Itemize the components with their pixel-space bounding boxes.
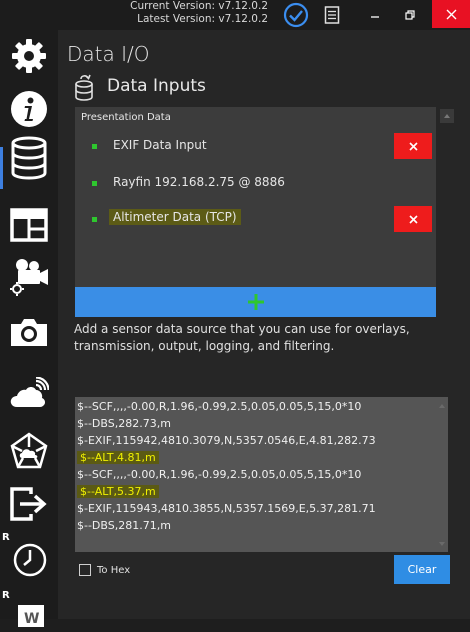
console-line: $-EXIF,115943,4810.3855,N,5357.1569,E,5.… xyxy=(77,502,376,515)
close-icon xyxy=(408,214,418,224)
sidebar-item-export[interactable] xyxy=(8,483,50,525)
console-line: $--SCF,,,,-0.00,R,1.96,-0.99,2.5,0.05,0.… xyxy=(77,468,362,481)
scroll-up-icon[interactable] xyxy=(435,399,449,413)
sidebar-item-report[interactable]: W xyxy=(8,590,50,632)
title-bar: Current Version: v7.12.0.2 Latest Versio… xyxy=(0,0,470,30)
list-item[interactable]: Rayfin 192.168.2.75 @ 8886 xyxy=(75,170,436,196)
sidebar-item-settings[interactable] xyxy=(8,35,50,77)
sidebar: R W R xyxy=(0,30,58,627)
status-dot xyxy=(92,217,97,222)
console-line: $-EXIF,115942,4810.3079,N,5357.0546,E,4.… xyxy=(77,434,376,447)
page-title: Data I/O xyxy=(67,42,150,66)
r-badge: R xyxy=(2,532,10,543)
database-arrow-icon xyxy=(75,74,93,101)
status-dot xyxy=(92,181,97,186)
sidebar-item-camera[interactable] xyxy=(8,311,50,353)
to-hex-label: To Hex xyxy=(97,564,131,576)
clock-icon xyxy=(13,543,47,577)
remove-button[interactable] xyxy=(394,133,432,159)
status-dot xyxy=(92,144,97,149)
main-content: Data I/O Data Inputs Presentation Data E… xyxy=(58,30,470,619)
camera-icon xyxy=(11,319,47,346)
scroll-up-icon[interactable] xyxy=(440,109,454,123)
presentation-data-panel: Presentation Data EXIF Data Input Rayfin… xyxy=(75,107,436,287)
sidebar-item-data-io[interactable] xyxy=(0,136,58,189)
database-icon xyxy=(11,136,47,180)
latest-version: Latest Version: v7.12.0.2 xyxy=(137,13,268,25)
video-camera-settings-icon xyxy=(10,259,48,296)
remove-button[interactable] xyxy=(394,206,432,232)
section-title: Data Inputs xyxy=(107,76,206,96)
panel-label: Presentation Data xyxy=(81,112,171,123)
network-cloud-icon xyxy=(10,432,48,469)
list-item[interactable]: Altimeter Data (TCP) xyxy=(75,206,436,232)
console-line: $--DBS,281.71,m xyxy=(77,519,171,532)
layout-icon xyxy=(10,208,48,242)
update-check-icon[interactable] xyxy=(282,2,310,28)
active-indicator xyxy=(0,147,3,189)
scrollbar[interactable] xyxy=(440,108,454,286)
minimize-icon[interactable] xyxy=(360,2,390,28)
list-item[interactable]: EXIF Data Input xyxy=(75,133,436,159)
export-icon xyxy=(10,487,47,521)
restore-icon[interactable] xyxy=(395,2,425,28)
sidebar-item-info[interactable] xyxy=(8,88,50,130)
to-hex-toggle[interactable]: To Hex xyxy=(79,564,130,576)
cloud-broadcast-icon xyxy=(10,377,49,407)
input-label: Rayfin 192.168.2.75 @ 8886 xyxy=(113,175,285,189)
close-icon xyxy=(408,141,418,151)
sidebar-item-network[interactable] xyxy=(8,430,50,472)
r-badge: R xyxy=(2,590,10,601)
close-icon[interactable] xyxy=(432,0,470,28)
sidebar-item-video-settings[interactable] xyxy=(8,256,50,298)
sidebar-item-layout[interactable] xyxy=(8,204,50,246)
scroll-down-icon[interactable] xyxy=(435,537,449,551)
console-line: $--SCF,,,,-0.00,R,1.96,-0.99,2.5,0.05,0.… xyxy=(77,400,362,413)
plus-icon xyxy=(247,294,264,310)
data-console[interactable]: $--SCF,,,,-0.00,R,1.96,-0.99,2.5,0.05,0.… xyxy=(75,397,448,552)
sidebar-item-cloud-broadcast[interactable] xyxy=(8,373,50,415)
console-line: $--DBS,282.73,m xyxy=(77,417,171,430)
info-icon xyxy=(11,91,47,127)
input-label: EXIF Data Input xyxy=(113,138,207,152)
console-line: $--ALT,4.81,m xyxy=(77,451,159,464)
input-label: Altimeter Data (TCP) xyxy=(109,209,241,225)
word-doc-icon: W xyxy=(18,605,44,627)
gear-icon xyxy=(12,39,46,73)
current-version: Current Version: v7.12.0.2 xyxy=(130,0,268,12)
document-icon[interactable] xyxy=(320,2,344,28)
clear-button[interactable]: Clear xyxy=(394,555,450,584)
sidebar-item-timer[interactable] xyxy=(8,537,50,579)
svg-text:W: W xyxy=(24,611,39,627)
console-scrollbar[interactable] xyxy=(435,398,449,551)
add-input-button[interactable] xyxy=(75,287,436,317)
description-text: Add a sensor data source that you can us… xyxy=(74,322,410,353)
console-line: $--ALT,5.37,m xyxy=(77,485,159,498)
to-hex-checkbox[interactable] xyxy=(79,564,91,576)
